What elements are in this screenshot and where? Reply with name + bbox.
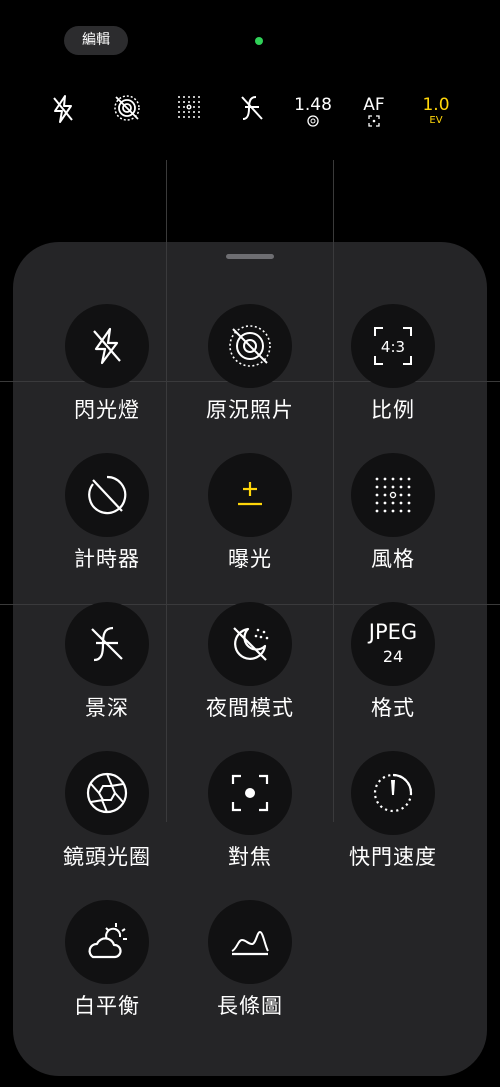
style-grid-icon xyxy=(351,453,435,537)
aspect-ratio-icon: 4:3 xyxy=(351,304,435,388)
white-balance-icon xyxy=(65,900,149,984)
camera-controls-panel: 閃光燈 原況照片 4:3 比例 計時器 曝光 風格 景深 夜間模式 JPEG 2… xyxy=(13,242,487,1076)
timer-off-icon xyxy=(65,453,149,537)
camera-active-indicator xyxy=(255,37,263,45)
histogram-control[interactable]: 長條圖 xyxy=(175,900,325,1040)
shutter-speed-label: 快門速度 xyxy=(349,845,437,869)
depth-label: 景深 xyxy=(85,696,129,720)
timer-control[interactable]: 計時器 xyxy=(32,453,182,593)
aperture-icon xyxy=(292,115,334,131)
depth-off-icon xyxy=(65,602,149,686)
flash-off-icon[interactable] xyxy=(43,88,83,134)
flash-label: 閃光燈 xyxy=(74,398,140,422)
exposure-label: 曝光 xyxy=(228,547,272,571)
format-label: 格式 xyxy=(371,696,415,720)
format-name: JPEG xyxy=(368,620,418,644)
white-balance-control[interactable]: 白平衡 xyxy=(32,900,182,1040)
aspect-ratio-value: 4:3 xyxy=(381,338,405,356)
night-mode-label: 夜間模式 xyxy=(206,696,294,720)
exposure-icon xyxy=(208,453,292,537)
shutter-speed-icon xyxy=(351,751,435,835)
white-balance-label: 白平衡 xyxy=(74,994,140,1018)
focus-frame-icon xyxy=(354,115,394,131)
histogram-icon xyxy=(208,900,292,984)
flash-control[interactable]: 閃光燈 xyxy=(32,304,182,444)
format-control[interactable]: JPEG 24 格式 xyxy=(318,602,468,742)
aspect-ratio-label: 比例 xyxy=(371,398,415,422)
ev-unit: EV xyxy=(429,115,443,126)
live-photo-off-icon[interactable] xyxy=(105,88,145,134)
ev-readout[interactable]: 1.0 EV xyxy=(416,88,456,134)
lens-aperture-control[interactable]: 鏡頭光圈 xyxy=(32,751,182,891)
aspect-ratio-control[interactable]: 4:3 比例 xyxy=(318,304,468,444)
style-grid-icon[interactable] xyxy=(168,88,208,134)
night-mode-control[interactable]: 夜間模式 xyxy=(175,602,325,742)
live-photo-label: 原況照片 xyxy=(206,398,294,422)
histogram-label: 長條圖 xyxy=(217,994,283,1018)
format-icon: JPEG 24 xyxy=(351,602,435,686)
depth-control[interactable]: 景深 xyxy=(32,602,182,742)
af-readout[interactable]: AF xyxy=(354,88,394,134)
focus-icon xyxy=(208,751,292,835)
style-label: 風格 xyxy=(371,547,415,571)
flash-off-icon xyxy=(65,304,149,388)
focus-control[interactable]: 對焦 xyxy=(175,751,325,891)
night-mode-off-icon xyxy=(208,602,292,686)
aperture-readout[interactable]: 1.48 xyxy=(292,88,334,134)
shutter-speed-control[interactable]: 快門速度 xyxy=(318,751,468,891)
panel-grabber[interactable] xyxy=(226,254,274,259)
live-photo-off-icon xyxy=(208,304,292,388)
ev-value: 1.0 xyxy=(422,95,450,115)
af-label: AF xyxy=(363,95,385,115)
edit-button[interactable]: 編輯 xyxy=(64,26,128,55)
focus-label: 對焦 xyxy=(228,845,272,869)
camera-top-bar: 1.48 AF 1.0 EV xyxy=(0,88,500,134)
style-control[interactable]: 風格 xyxy=(318,453,468,593)
lens-aperture-label: 鏡頭光圈 xyxy=(63,845,151,869)
timer-label: 計時器 xyxy=(74,547,140,571)
format-resolution: 24 xyxy=(382,647,404,666)
exposure-control[interactable]: 曝光 xyxy=(175,453,325,593)
aperture-value: 1.48 xyxy=(294,95,332,115)
depth-off-icon[interactable] xyxy=(231,88,271,134)
live-photo-control[interactable]: 原況照片 xyxy=(175,304,325,444)
aperture-icon xyxy=(65,751,149,835)
